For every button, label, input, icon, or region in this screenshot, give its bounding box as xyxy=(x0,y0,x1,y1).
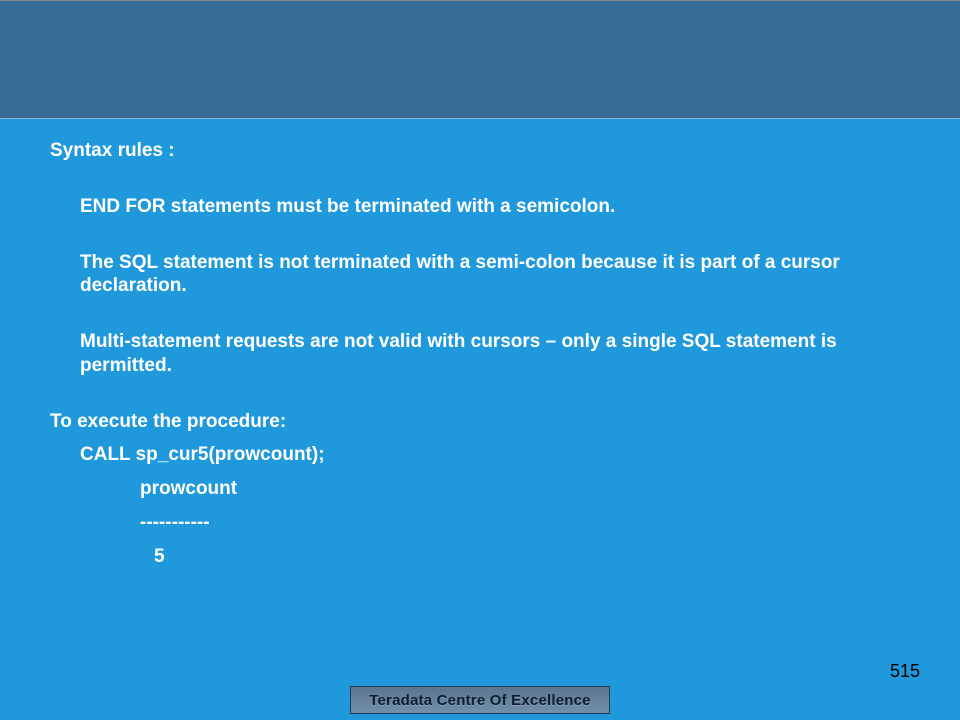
rule-2: The SQL statement is not terminated with… xyxy=(80,251,910,299)
slide: Syntax rules : END FOR statements must b… xyxy=(0,0,960,720)
footer-logo-text: Teradata Centre Of Excellence xyxy=(369,692,590,709)
execute-heading: To execute the procedure: xyxy=(50,410,910,434)
rule-3: Multi-statement requests are not valid w… xyxy=(80,330,910,378)
syntax-rules-heading: Syntax rules : xyxy=(50,139,910,163)
slide-content: Syntax rules : END FOR statements must b… xyxy=(0,119,960,568)
result-column: prowcount xyxy=(140,477,910,501)
page-number: 515 xyxy=(890,661,920,682)
call-line: CALL sp_cur5(prowcount); xyxy=(80,443,910,467)
footer-logo: Teradata Centre Of Excellence xyxy=(350,686,610,714)
rule-1: END FOR statements must be terminated wi… xyxy=(80,195,910,219)
result-separator: ----------- xyxy=(140,511,910,535)
slide-title-bar xyxy=(0,1,960,119)
result-value: 5 xyxy=(154,545,910,569)
